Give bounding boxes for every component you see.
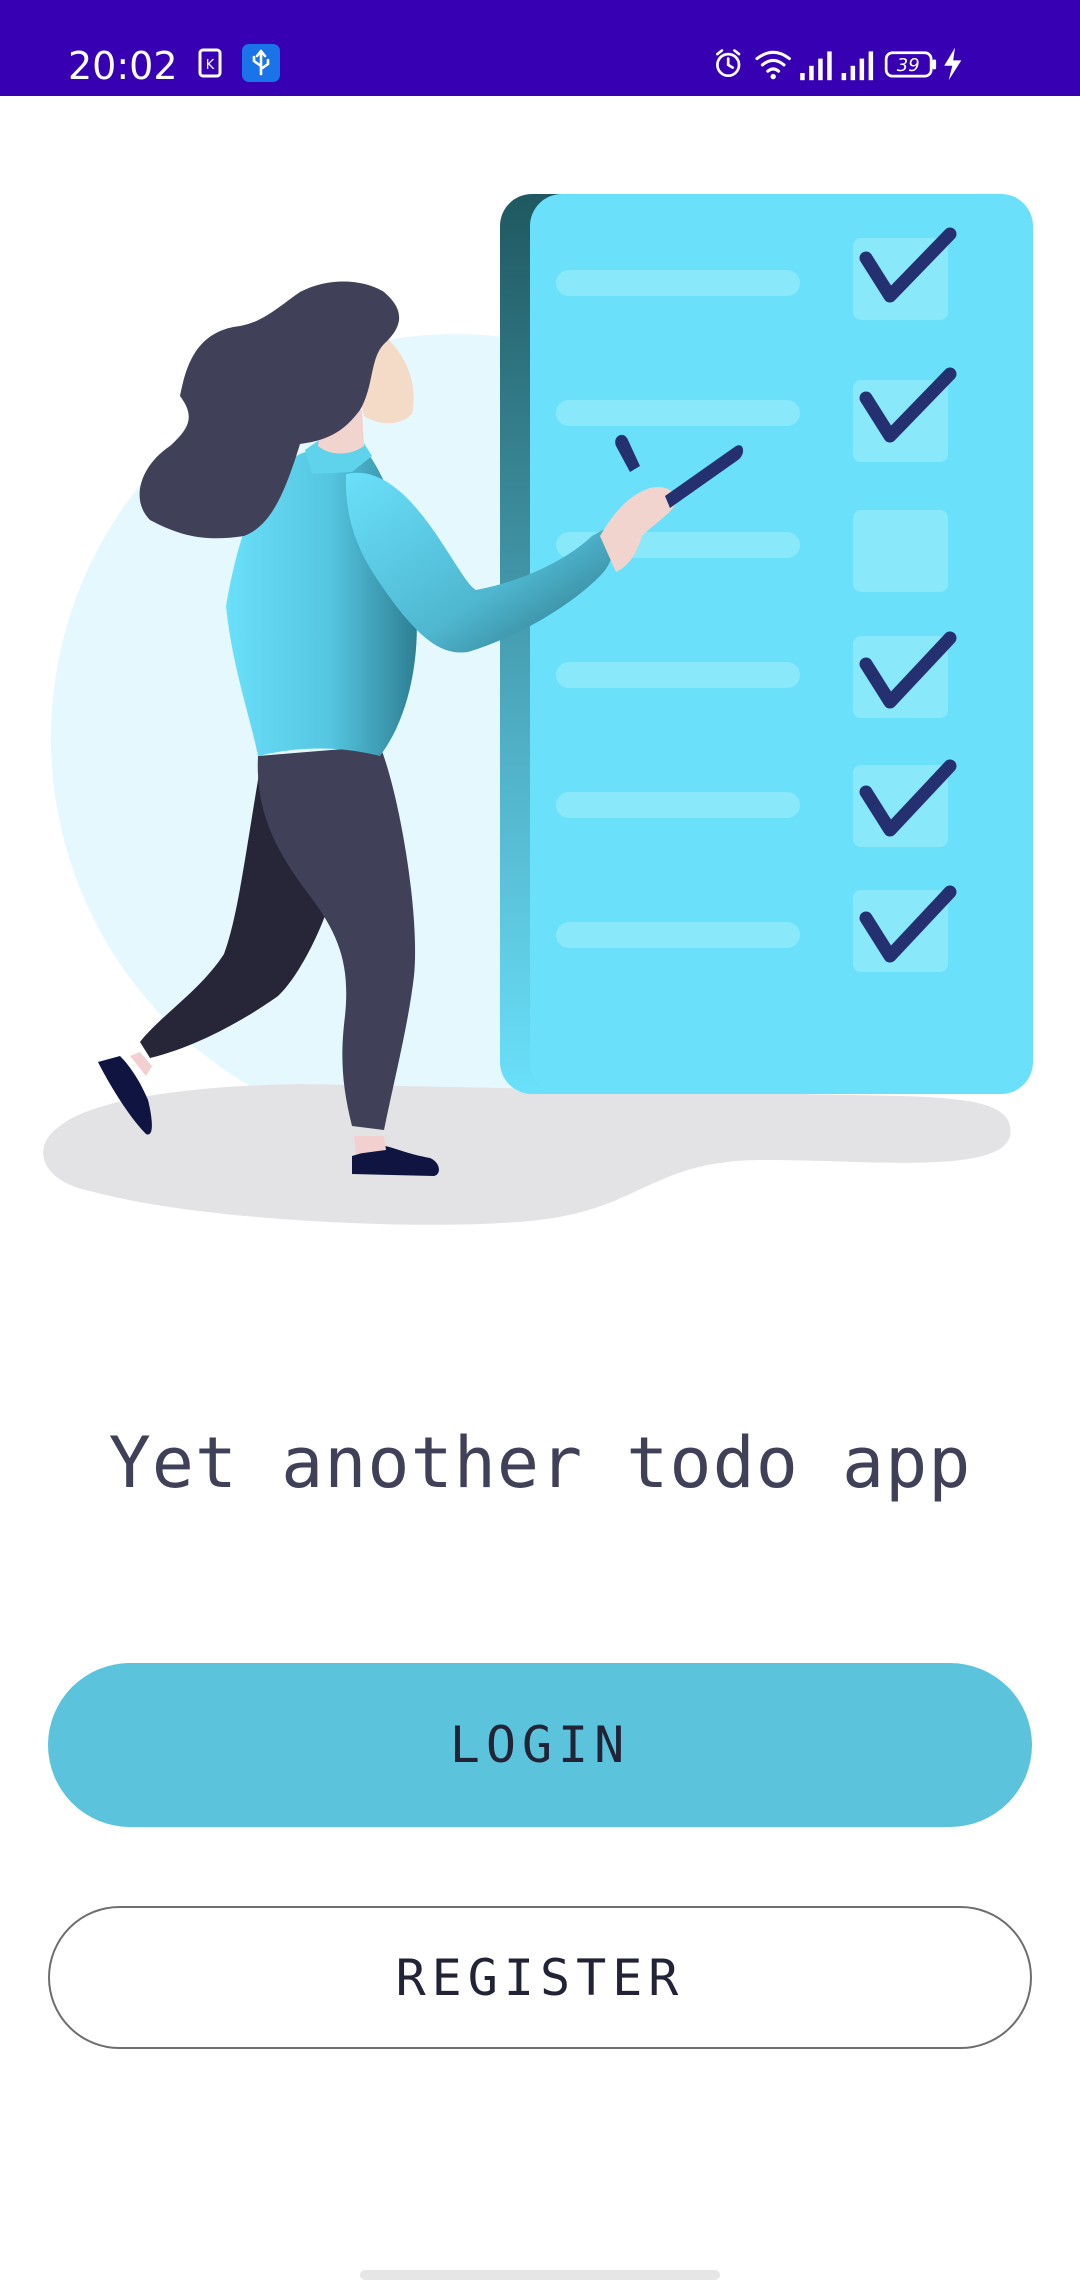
login-button-label: LOGIN	[449, 1716, 631, 1774]
status-time: 20:02	[68, 44, 178, 88]
woman-checklist-illustration	[43, 194, 1033, 1225]
alarm-icon	[716, 49, 741, 78]
svg-text:39: 39	[897, 55, 920, 76]
status-icons: 39	[716, 47, 962, 81]
register-button[interactable]: REGISTER	[48, 1906, 1032, 2049]
signal-icon	[841, 51, 874, 81]
app-title: Yet another todo app	[108, 1422, 972, 1504]
wifi-icon	[755, 50, 791, 80]
charging-icon	[944, 47, 962, 81]
register-button-label: REGISTER	[395, 1948, 685, 2007]
ground-shadow	[43, 1084, 1011, 1225]
login-screen: 20:02 K 39 Yet another todo app LOGIN RE…	[0, 0, 1080, 2280]
svg-text:K: K	[206, 58, 215, 73]
home-indicator[interactable]	[360, 2270, 720, 2280]
battery-icon: 39	[884, 51, 937, 78]
usb-icon	[242, 44, 280, 86]
status-bar: 20:02 K 39	[0, 0, 1080, 96]
sim-card-icon: K	[198, 48, 222, 82]
checklist-board	[530, 194, 1033, 1094]
signal-icon	[800, 51, 832, 81]
login-button[interactable]: LOGIN	[48, 1663, 1032, 1827]
